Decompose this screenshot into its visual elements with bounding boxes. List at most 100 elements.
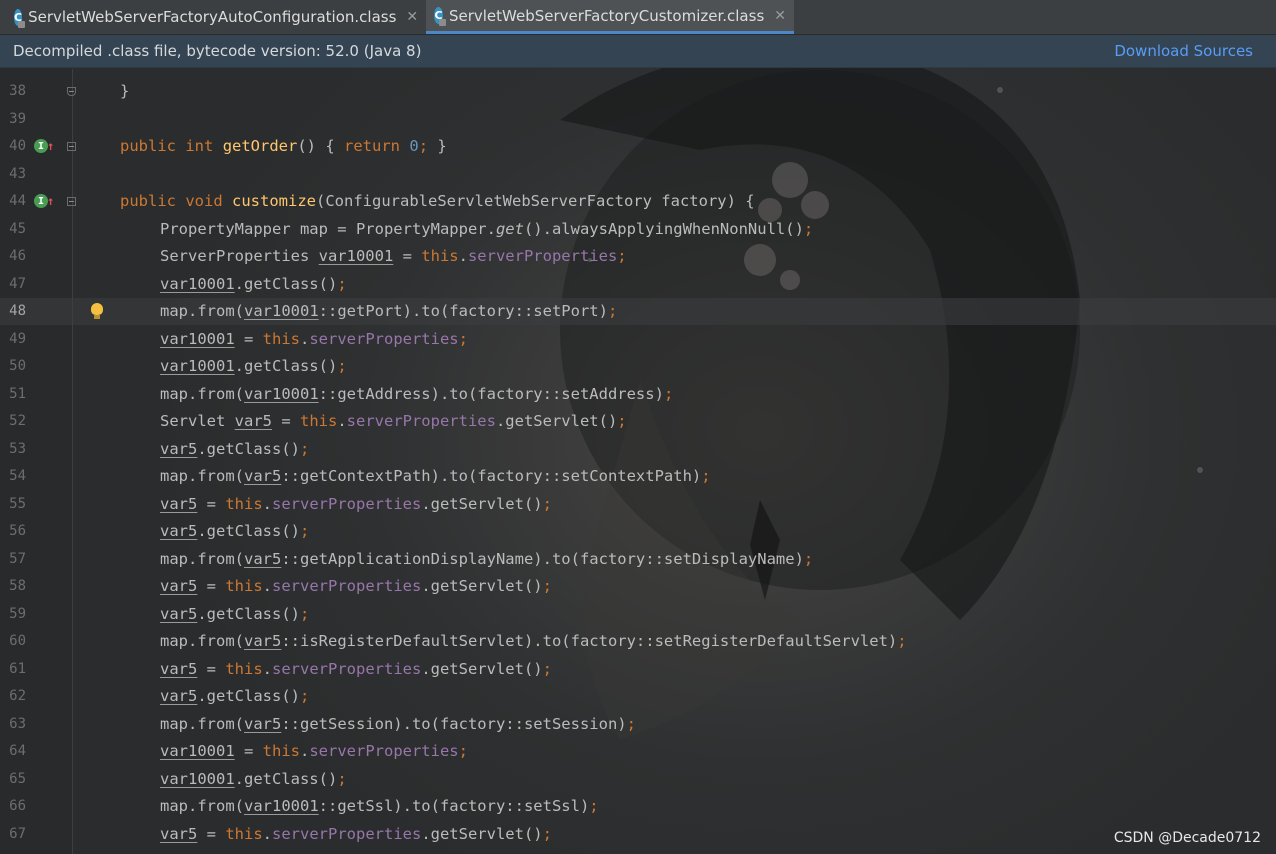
tab-autoconfiguration[interactable]: C ServletWebServerFactoryAutoConfigurati…	[6, 0, 424, 34]
line-number: 60	[9, 633, 26, 649]
code-line[interactable]: 67 var5 = this.serverProperties.getServle…	[0, 821, 1276, 848]
code-text: map.from(var5::isRegisterDefaultServlet)…	[160, 632, 907, 650]
code-text: PropertyMapper map = PropertyMapper.get(…	[160, 219, 814, 238]
code-line[interactable]: 65 var10001.getClass();	[0, 766, 1276, 793]
code-line[interactable]: 56 var5.getClass();	[0, 518, 1276, 545]
close-icon[interactable]: ✕	[406, 9, 418, 25]
line-number: 65	[9, 770, 26, 787]
editor-tab-bar: C ServletWebServerFactoryAutoConfigurati…	[0, 0, 1276, 35]
code-line[interactable]: 59 var5.getClass();	[0, 601, 1276, 628]
code-line[interactable]: 43	[0, 161, 1276, 188]
fold-toggle-icon[interactable]	[67, 142, 76, 151]
code-line[interactable]: 52 Servlet var5 = this.serverProperties.g…	[0, 408, 1276, 435]
tab-customizer[interactable]: C ServletWebServerFactoryCustomizer.clas…	[426, 0, 794, 34]
code-line[interactable]: 61 var5 = this.serverProperties.getServle…	[0, 656, 1276, 683]
tab-label: ServletWebServerFactoryAutoConfiguration…	[28, 8, 397, 26]
line-number: 38	[9, 83, 26, 99]
code-text: var10001 = this.serverProperties;	[160, 742, 468, 760]
line-number: 48	[9, 303, 26, 319]
code-line[interactable]: 54 map.from(var5::getContextPath).to(fact…	[0, 463, 1276, 490]
code-line[interactable]: 49 var10001 = this.serverProperties;	[0, 326, 1276, 353]
code-text: ServerProperties var10001 = this.serverP…	[160, 247, 627, 265]
code-text: var5 = this.serverProperties.getServlet(…	[160, 824, 552, 843]
code-line[interactable]: 64 var10001 = this.serverProperties;	[0, 738, 1276, 765]
code-line[interactable]: 44 public void customize(ConfigurableServ…	[0, 188, 1276, 215]
class-icon: C	[434, 7, 446, 26]
line-number: 64	[9, 743, 26, 759]
code-text: Servlet var5 = this.serverProperties.get…	[160, 412, 627, 430]
line-number: 54	[9, 468, 26, 484]
code-text: map.from(var5::getSession).to(factory::s…	[160, 714, 636, 733]
code-line[interactable]: 45 PropertyMapper map = PropertyMapper.ge…	[0, 216, 1276, 243]
code-text: map.from(var10001::getSsl).to(factory::s…	[160, 797, 599, 815]
code-line[interactable]: 58 var5 = this.serverProperties.getServle…	[0, 573, 1276, 600]
code-text: var5 = this.serverProperties.getServlet(…	[160, 494, 552, 513]
code-line[interactable]: 48 map.from(var10001::getPort).to(factory…	[0, 298, 1276, 325]
intention-bulb-icon[interactable]	[91, 303, 103, 319]
line-number: 50	[9, 358, 26, 374]
line-number: 55	[9, 495, 26, 512]
code-text: public int getOrder() { return 0; }	[120, 137, 447, 155]
code-text: }	[120, 82, 130, 100]
line-number: 67	[9, 825, 26, 842]
watermark: CSDN @Decade0712	[1113, 830, 1261, 846]
fold-toggle-icon[interactable]	[67, 87, 76, 96]
code-text: var5 = this.serverProperties.getServlet(…	[160, 577, 552, 595]
code-line[interactable]: 63 map.from(var5::getSession).to(factory:…	[0, 711, 1276, 738]
line-number: 56	[9, 523, 26, 539]
code-text: var5.getClass();	[160, 604, 310, 623]
code-text: var10001.getClass();	[160, 357, 347, 375]
decompiled-notice-bar: Decompiled .class file, bytecode version…	[0, 35, 1276, 68]
code-text: public void customize(ConfigurableServle…	[120, 192, 755, 210]
code-line[interactable]: 46 ServerProperties var10001 = this.serve…	[0, 243, 1276, 270]
line-number: 40	[9, 138, 26, 154]
code-text: map.from(var10001::getPort).to(factory::…	[160, 302, 618, 320]
code-text: map.from(var5::getApplicationDisplayName…	[160, 549, 814, 568]
code-text: var5.getClass();	[160, 687, 310, 705]
code-line[interactable]: 60 map.from(var5::isRegisterDefaultServle…	[0, 628, 1276, 655]
close-icon[interactable]: ✕	[774, 8, 786, 24]
code-line[interactable]: 66 map.from(var10001::getSsl).to(factory:…	[0, 793, 1276, 820]
line-number: 49	[9, 330, 26, 347]
notice-text: Decompiled .class file, bytecode version…	[13, 42, 422, 60]
implements-method-icon[interactable]: I	[34, 139, 48, 153]
code-line[interactable]: 62 var5.getClass();	[0, 683, 1276, 710]
line-number: 43	[9, 165, 26, 182]
line-number: 52	[9, 413, 26, 429]
line-number: 63	[9, 715, 26, 732]
code-line[interactable]: 38}	[0, 78, 1276, 105]
line-number: 47	[9, 275, 26, 292]
tab-label: ServletWebServerFactoryCustomizer.class	[448, 6, 765, 25]
implements-method-icon[interactable]: I	[34, 194, 48, 208]
code-text: var10001.getClass();	[160, 274, 347, 293]
code-text: var5 = this.serverProperties.getServlet(…	[160, 659, 552, 678]
line-number: 66	[9, 798, 26, 814]
code-line[interactable]: 57 map.from(var5::getApplicationDisplayNa…	[0, 546, 1276, 573]
code-line[interactable]: 39	[0, 106, 1276, 133]
code-line[interactable]: 53 var5.getClass();	[0, 436, 1276, 463]
download-sources-link[interactable]: Download Sources	[1114, 42, 1253, 60]
code-text: var5.getClass();	[160, 522, 310, 540]
line-number: 62	[9, 688, 26, 704]
code-line[interactable]: 51 map.from(var10001::getAddress).to(fact…	[0, 381, 1276, 408]
code-editor[interactable]: 38} 39 40 public int getOrder() { return 0;…	[0, 69, 1276, 854]
line-number: 53	[9, 440, 26, 457]
line-number: 58	[9, 578, 26, 594]
override-arrow-icon: ↑	[47, 194, 55, 208]
code-text: var10001 = this.serverProperties;	[160, 329, 468, 348]
line-number: 39	[9, 110, 26, 127]
override-arrow-icon: ↑	[47, 139, 55, 153]
fold-toggle-icon[interactable]	[67, 197, 76, 206]
line-number: 44	[9, 193, 26, 209]
class-icon: C	[14, 8, 26, 28]
code-text: map.from(var5::getContextPath).to(factor…	[160, 467, 711, 485]
line-number: 57	[9, 550, 26, 567]
line-number: 51	[9, 385, 26, 402]
code-line[interactable]: 40 public int getOrder() { return 0; } I ↑	[0, 133, 1276, 160]
code-text: var5.getClass();	[160, 439, 310, 458]
code-line[interactable]: 50 var10001.getClass();	[0, 353, 1276, 380]
code-text: map.from(var10001::getAddress).to(factor…	[160, 384, 674, 403]
code-line[interactable]: 55 var5 = this.serverProperties.getServle…	[0, 491, 1276, 518]
line-number: 61	[9, 660, 26, 677]
code-line[interactable]: 47 var10001.getClass();	[0, 271, 1276, 298]
